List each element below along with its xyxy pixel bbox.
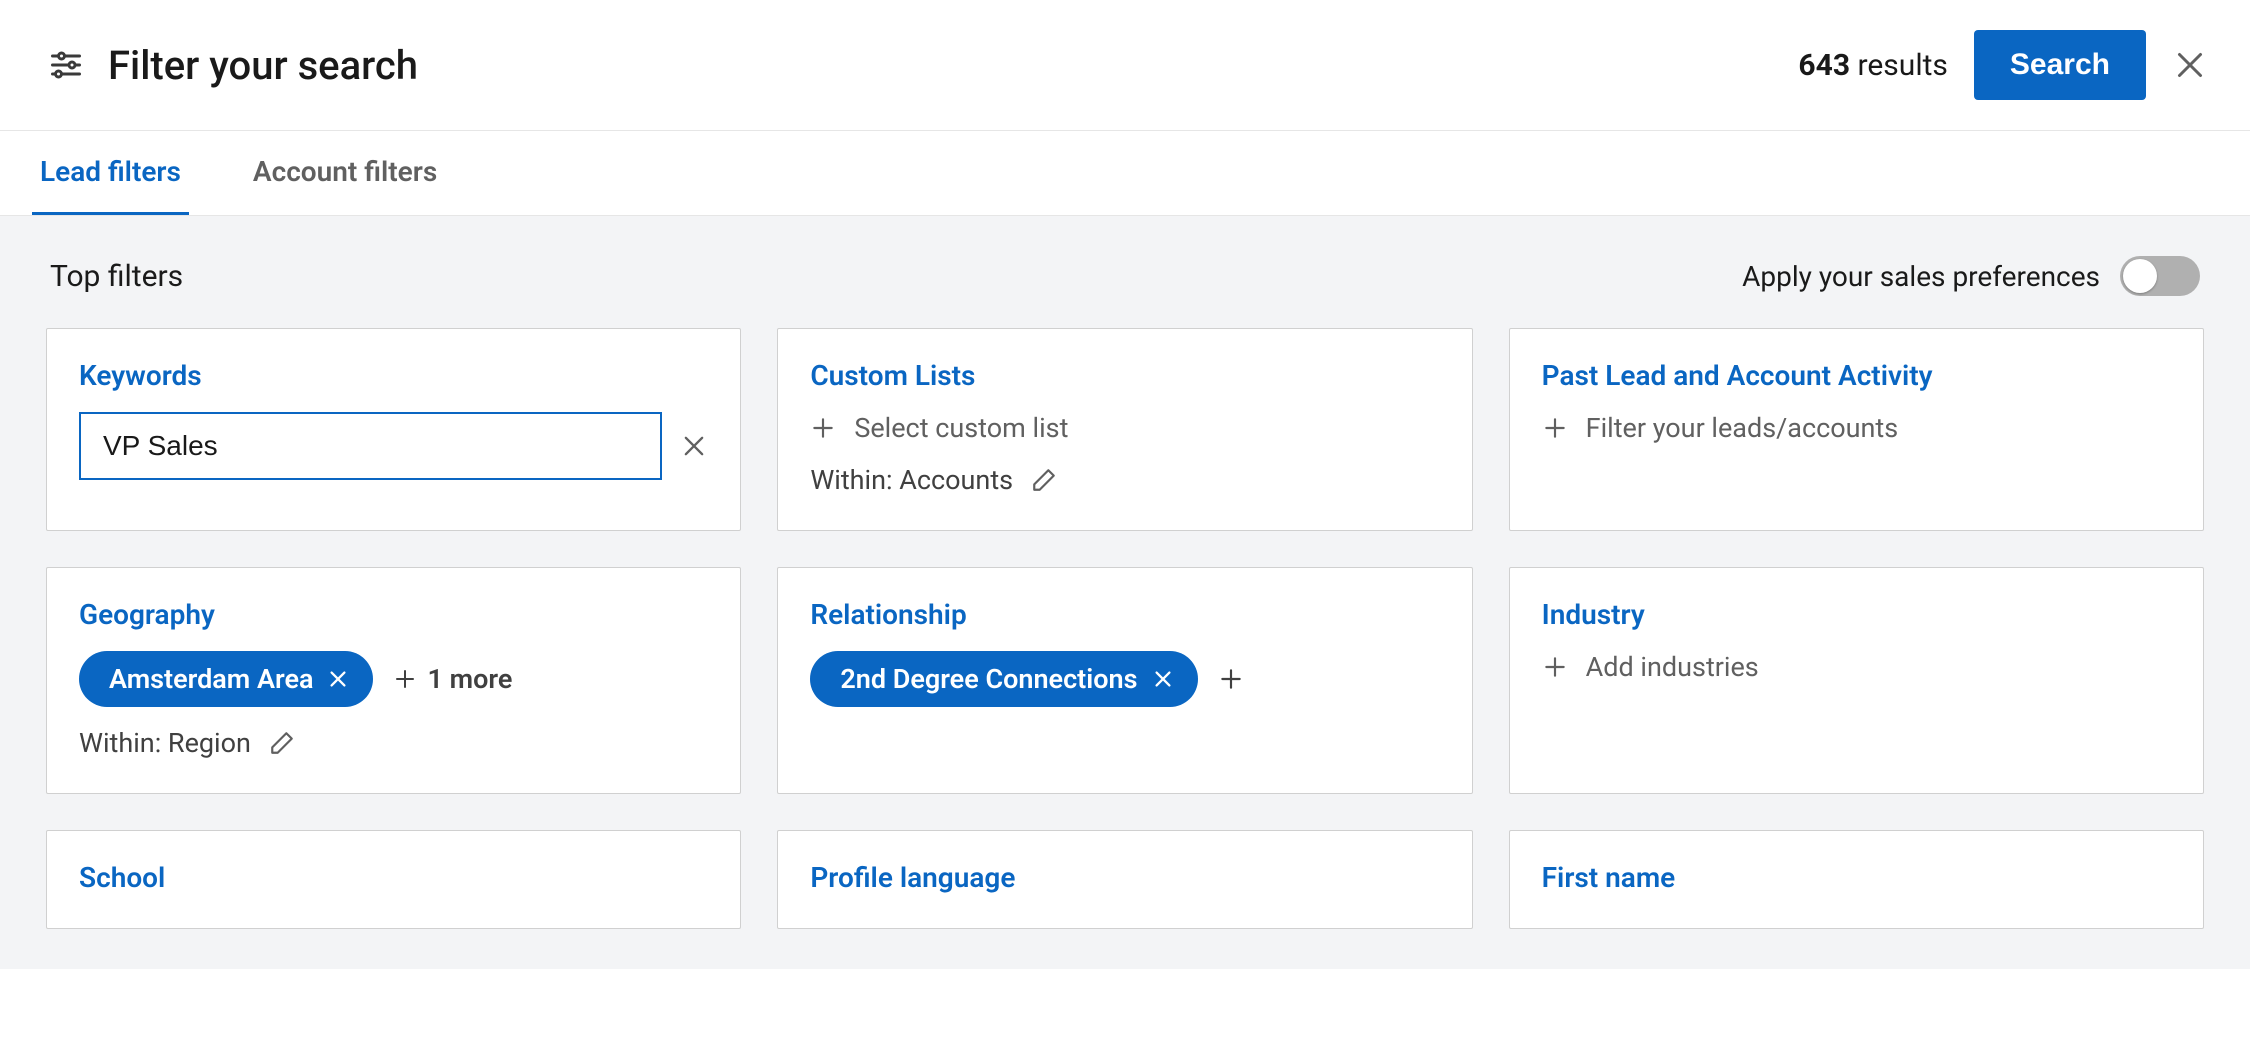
close-icon[interactable] (2172, 47, 2208, 83)
card-title-relationship: Relationship (810, 598, 1439, 631)
geography-pills-row: Amsterdam Area 1 more (79, 651, 708, 707)
plus-icon (1542, 415, 1568, 441)
geography-more-chip[interactable]: 1 more (393, 663, 512, 695)
filter-cards-grid: Keywords Custom Lists Select custom lis (46, 328, 2204, 929)
plus-icon (810, 415, 836, 441)
filter-sliders-icon (48, 47, 84, 83)
card-title-keywords: Keywords (79, 359, 708, 392)
card-past-activity: Past Lead and Account Activity Filter yo… (1509, 328, 2204, 531)
header-right: 643 results Search (1798, 30, 2208, 100)
custom-lists-within-row: Within: Accounts (810, 464, 1439, 496)
select-custom-list-label: Select custom list (854, 412, 1068, 444)
plus-icon (393, 667, 417, 691)
card-relationship: Relationship 2nd Degree Connections (777, 567, 1472, 794)
card-title-custom-lists: Custom Lists (810, 359, 1439, 392)
add-relationship-icon[interactable] (1218, 666, 1244, 692)
filter-leads-accounts-action[interactable]: Filter your leads/accounts (1542, 412, 2171, 444)
card-first-name: First name (1509, 830, 2204, 929)
plus-icon (1542, 654, 1568, 680)
geography-within-row: Within: Region (79, 727, 708, 759)
edit-geography-scope-icon[interactable] (269, 730, 295, 756)
card-custom-lists: Custom Lists Select custom list Within: … (777, 328, 1472, 531)
keywords-input-row (79, 412, 708, 480)
tab-account-filters[interactable]: Account filters (245, 131, 445, 215)
results-count: 643 results (1798, 48, 1948, 83)
toggle-knob (2123, 259, 2157, 293)
relationship-pills-row: 2nd Degree Connections (810, 651, 1439, 707)
card-title-first-name: First name (1542, 861, 2171, 894)
card-title-profile-language: Profile language (810, 861, 1439, 894)
clear-keywords-icon[interactable] (680, 432, 708, 460)
remove-pill-icon[interactable] (327, 668, 349, 690)
card-school: School (46, 830, 741, 929)
card-profile-language: Profile language (777, 830, 1472, 929)
top-filters-heading: Top filters (50, 259, 183, 294)
geography-more-label: 1 more (427, 663, 512, 695)
edit-custom-lists-scope-icon[interactable] (1031, 467, 1057, 493)
add-industries-action[interactable]: Add industries (1542, 651, 2171, 683)
sales-preferences-label: Apply your sales preferences (1742, 260, 2100, 293)
card-title-past-activity: Past Lead and Account Activity (1542, 359, 2171, 392)
sales-preferences-control: Apply your sales preferences (1742, 256, 2200, 296)
card-industry: Industry Add industries (1509, 567, 2204, 794)
filters-body: Top filters Apply your sales preferences… (0, 216, 2250, 969)
search-button[interactable]: Search (1974, 30, 2146, 100)
add-industries-label: Add industries (1586, 651, 1759, 683)
geography-pill-amsterdam[interactable]: Amsterdam Area (79, 651, 373, 707)
tabs-bar: Lead filters Account filters (0, 131, 2250, 216)
card-title-industry: Industry (1542, 598, 2171, 631)
top-filters-row: Top filters Apply your sales preferences (46, 216, 2204, 328)
sales-preferences-toggle[interactable] (2120, 256, 2200, 296)
filter-leads-accounts-label: Filter your leads/accounts (1586, 412, 1899, 444)
relationship-pill-2nd-degree[interactable]: 2nd Degree Connections (810, 651, 1197, 707)
card-keywords: Keywords (46, 328, 741, 531)
tab-lead-filters[interactable]: Lead filters (32, 131, 189, 215)
card-title-school: School (79, 861, 708, 894)
remove-pill-icon[interactable] (1152, 668, 1174, 690)
custom-lists-within-label: Within: Accounts (810, 464, 1013, 496)
geography-within-label: Within: Region (79, 727, 251, 759)
results-label: results (1858, 48, 1948, 83)
select-custom-list-action[interactable]: Select custom list (810, 412, 1439, 444)
results-number: 643 (1798, 48, 1850, 83)
header-left: Filter your search (48, 42, 418, 89)
keywords-input[interactable] (79, 412, 662, 480)
card-title-geography: Geography (79, 598, 708, 631)
page-title: Filter your search (108, 42, 418, 89)
relationship-pill-label: 2nd Degree Connections (840, 663, 1137, 695)
geography-pill-label: Amsterdam Area (109, 663, 313, 695)
header-bar: Filter your search 643 results Search (0, 0, 2250, 131)
card-geography: Geography Amsterdam Area (46, 567, 741, 794)
